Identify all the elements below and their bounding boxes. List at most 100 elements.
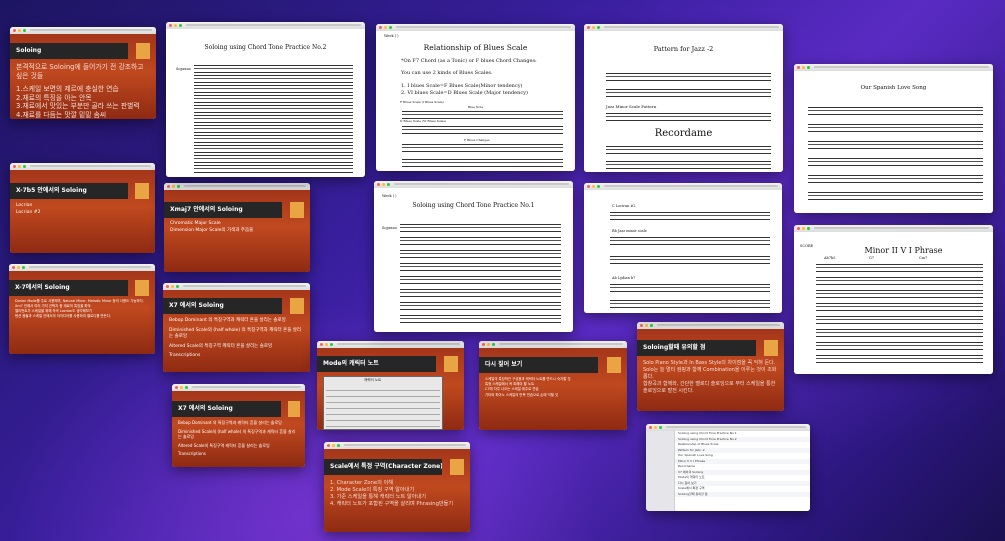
zoom-icon[interactable] [22,266,25,269]
close-icon[interactable] [175,386,178,389]
window-score-lydian[interactable]: C Lociran #2 Bb Jazz minor scale Ab Lydi… [584,183,782,313]
zoom-icon[interactable] [659,426,662,429]
window-x7-slide-a[interactable]: X7 에서의 Soloing Bebop Dominant 의 특징구역과 캐릭… [163,283,310,372]
staff [402,159,563,167]
close-icon[interactable] [482,343,485,346]
zoom-icon[interactable] [387,183,390,186]
window-xminor7-slide[interactable]: X-7에서의 Soloing Dorian Mode를 주로 사용하며, Nat… [9,264,155,354]
staff-label: D Blues Scale (VI Blues Scale) [400,119,447,123]
minimize-icon[interactable] [802,66,805,69]
zoom-icon[interactable] [807,227,810,230]
minimize-icon[interactable] [487,343,490,346]
minimize-icon[interactable] [180,386,183,389]
staff [194,145,353,153]
finder-row[interactable]: Soloing할때 유의할 점 [675,491,810,497]
window-spanish-love-song[interactable]: Our Spanish Love Song [794,64,993,213]
zoom-icon[interactable] [807,66,810,69]
zoom-icon[interactable] [177,185,180,188]
slide-accent [764,340,778,356]
close-icon[interactable] [13,165,16,168]
finder-file-list[interactable]: Soloing using Chord Tone Practice No.1 So… [675,431,810,511]
staff [610,212,770,220]
window-finder[interactable]: Soloing using Chord Tone Practice No.1 So… [646,424,810,511]
slide-line: 4.재료를 다듬는 맛깔 밑밑 솜씨 [16,110,107,119]
slide-accent [288,401,300,417]
minimize-icon[interactable] [174,24,177,27]
window-x7b5-slide[interactable]: X-7b5 안에서의 Soloing Locrian Locrian #2 [10,163,155,253]
zoom-icon[interactable] [23,165,26,168]
minimize-icon[interactable] [172,185,175,188]
minimize-icon[interactable] [802,227,805,230]
minimize-icon[interactable] [325,343,328,346]
window-score-chord-tone-2[interactable]: Soloing using Chord Tone Practice No.2 S… [166,22,365,177]
staff [816,329,983,337]
window-mode-slide[interactable]: Mode의 캐릭터 노트 캐릭터 노트 [317,341,464,430]
close-icon[interactable] [587,185,590,188]
close-icon[interactable] [587,26,590,29]
score-page: Pattern for Jazz -2 Jazz Minor Scale Pat… [584,31,783,172]
window-blues-scale[interactable]: Week ( ) Relationship of Blues Scale *On… [376,24,575,171]
window-review-slide[interactable]: 다시 짚어 보기 스케일의 특징적인 구성음과 캐릭터 노트를 반드시 숙지할 … [479,341,627,430]
slide-accent [135,280,149,296]
minimize-icon[interactable] [592,26,595,29]
close-icon[interactable] [377,183,380,186]
window-minor-ii-v-i[interactable]: SCORE Minor II V I Phrase Ab7b5 G7 Cm7 [794,225,993,374]
staff [610,300,770,308]
zoom-icon[interactable] [597,185,600,188]
minimize-icon[interactable] [18,165,21,168]
zoom-icon[interactable] [597,26,600,29]
close-icon[interactable] [327,444,330,447]
close-icon[interactable] [169,24,172,27]
minimize-icon[interactable] [332,444,335,447]
zoom-icon[interactable] [23,29,26,32]
close-icon[interactable] [797,227,800,230]
window-soloing-slide[interactable]: Soloing 본격적으로 Soloing에 들어가기 전 강조하고 싶은 것들… [10,27,156,119]
minimize-icon[interactable] [645,324,648,327]
slide-title: X-7에서의 Soloing [9,280,128,296]
score-page: Week ( ) Relationship of Blues Scale *On… [376,31,575,171]
zoom-icon[interactable] [389,26,392,29]
minimize-icon[interactable] [592,185,595,188]
zoom-icon[interactable] [492,343,495,346]
close-icon[interactable] [640,324,643,327]
close-icon[interactable] [797,66,800,69]
zoom-icon[interactable] [185,386,188,389]
close-icon[interactable] [649,426,652,429]
close-icon[interactable] [320,343,323,346]
score-label: SCORE [800,244,814,248]
staff-label: C Lociran #2 [612,204,636,208]
score-page: C Lociran #2 Bb Jazz minor scale Ab Lydi… [584,190,782,313]
window-pattern-jazz-2[interactable]: Pattern for Jazz -2 Jazz Minor Scale Pat… [584,24,783,172]
chord-symbol: G7 [869,256,875,260]
staff [606,113,771,121]
window-caution-slide[interactable]: Soloing할때 유의할 점 Solo Piano Style과 In Bas… [637,322,784,411]
minimize-icon[interactable] [382,183,385,186]
window-score-chord-tone-1[interactable]: Week ( ) Soloing using Chord Tone Practi… [374,181,573,332]
slide-content: Soloing할때 유의할 점 Solo Piano Style과 In Bas… [637,329,784,411]
close-icon[interactable] [167,185,170,188]
zoom-icon[interactable] [179,24,182,27]
staff [610,284,770,292]
minimize-icon[interactable] [384,26,387,29]
minimize-icon[interactable] [17,266,20,269]
slide-line: 본격적으로 Soloing에 들어가기 전 강조하고 싶은 것들 [16,63,144,80]
text-line: 1. I blues Scale=F Blues Scale(Minor ten… [401,83,523,89]
staff-label: F Blues Scale (I Blues Scale) [400,100,444,104]
close-icon[interactable] [379,26,382,29]
zoom-icon[interactable] [330,343,333,346]
window-xmaj7-slide[interactable]: Xmaj7 안에서의 Soloing Chromatic Major Scale… [164,183,310,272]
zoom-icon[interactable] [176,285,179,288]
zoom-icon[interactable] [650,324,653,327]
staff-label: Bb Jazz minor scale [612,229,647,233]
score-title: Relationship of Blues Scale [423,43,528,52]
zoom-icon[interactable] [337,444,340,447]
minimize-icon[interactable] [654,426,657,429]
close-icon[interactable] [12,266,15,269]
window-character-zone-slide[interactable]: Scale에서 특정 구역(Character Zone)이란? 1. Char… [324,442,470,532]
close-icon[interactable] [13,29,16,32]
finder-sidebar[interactable] [646,431,675,511]
minimize-icon[interactable] [18,29,21,32]
minimize-icon[interactable] [171,285,174,288]
close-icon[interactable] [166,285,169,288]
window-x7-slide-b[interactable]: X7 에서의 Soloing Bebop Dominant 의 특징구역과 캐릭… [172,384,305,467]
